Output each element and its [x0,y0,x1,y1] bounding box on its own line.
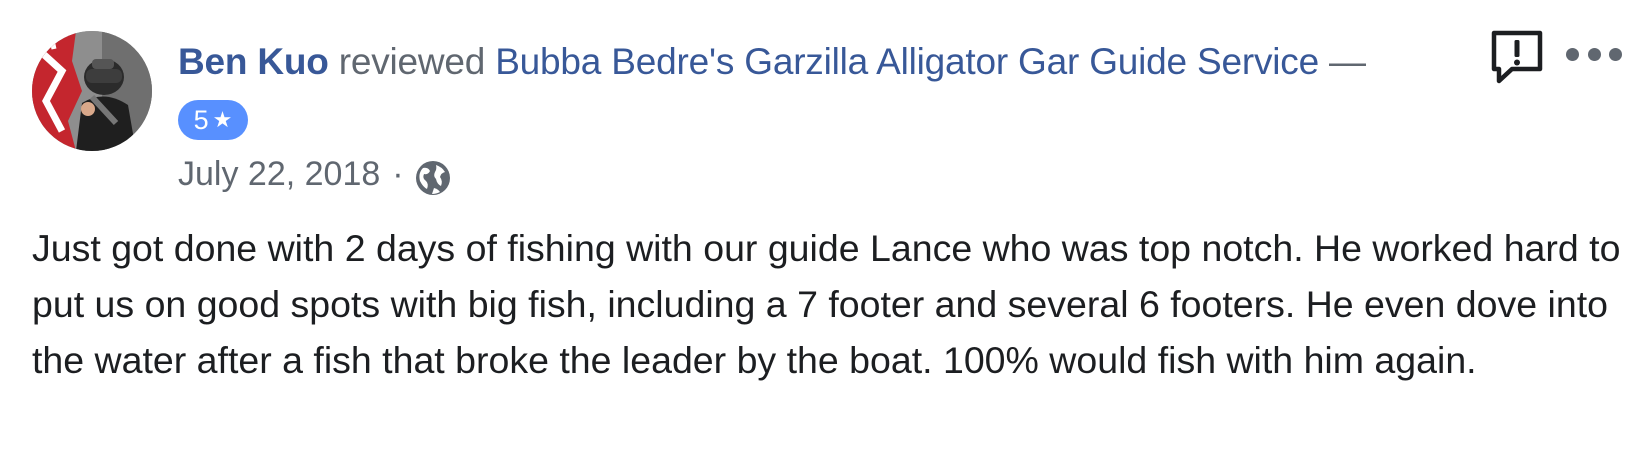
rating-value: 5 [193,104,209,135]
header-dash: — [1329,41,1366,82]
more-dot [1566,47,1579,61]
meta-line: July 22, 2018 · [178,150,452,198]
more-options-icon[interactable] [1566,42,1622,66]
author-name[interactable]: Ben Kuo [178,41,329,83]
more-dot [1609,47,1622,61]
rating-badge: 5 ★ [178,100,248,140]
review-date[interactable]: July 22, 2018 [178,155,380,194]
meta-separator: · [392,154,404,193]
report-icon[interactable] [1488,28,1546,86]
globe-icon[interactable] [414,159,452,197]
review-header: Ben Kuo reviewed Bubba Bedre's Garzilla … [178,34,1366,90]
review-verb: reviewed [338,41,486,82]
star-icon: ★ [212,107,233,132]
avatar-photo [32,31,152,151]
avatar[interactable] [32,31,152,151]
page-link[interactable]: Bubba Bedre's Garzilla Alligator Gar Gui… [495,41,1319,83]
review-post: Ben Kuo reviewed Bubba Bedre's Garzilla … [0,0,1640,460]
more-dot [1587,47,1601,61]
review-text: Just got done with 2 days of fishing wit… [32,227,1621,381]
